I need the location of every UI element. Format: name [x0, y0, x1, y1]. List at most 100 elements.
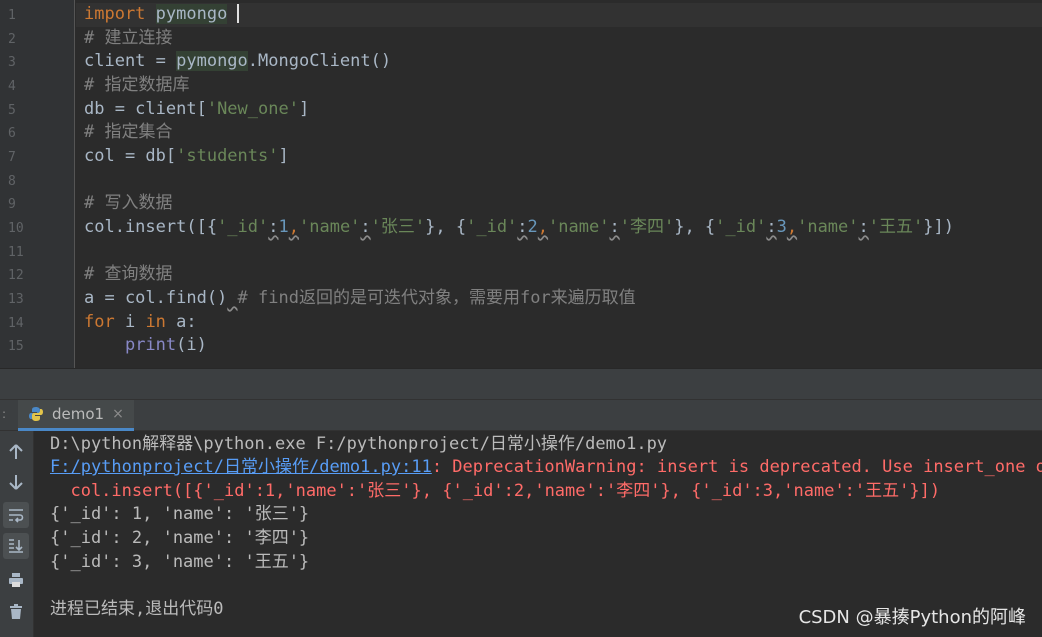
line-number: 10	[8, 221, 24, 236]
code-token: }])	[923, 217, 954, 237]
tab-label: demo1	[52, 405, 105, 423]
line-number: 5	[8, 103, 16, 118]
code-line-2[interactable]: # 建立连接	[84, 27, 172, 51]
panel-splitter[interactable]	[0, 368, 1042, 400]
down-arrow-icon[interactable]	[3, 469, 29, 495]
code-token: :	[268, 217, 279, 237]
string-literal: '张三'	[370, 217, 426, 237]
identifier-highlight: pymongo	[176, 51, 248, 71]
number-literal: 1	[278, 217, 289, 237]
console-line: {'_id': 3, 'name': '王五'}	[50, 552, 310, 572]
print-icon[interactable]	[3, 567, 29, 593]
console-line: {'_id': 1, 'name': '张三'}	[50, 504, 310, 524]
keyword: for	[84, 312, 115, 332]
console-line: D:\python解释器\python.exe F:/pythonproject…	[50, 434, 668, 454]
console-toolbar	[0, 431, 34, 637]
code-token: ,	[537, 217, 549, 237]
line-number: 13	[8, 292, 24, 307]
code-line-7[interactable]: col = db['students']	[84, 145, 289, 169]
scroll-to-end-icon[interactable]	[3, 533, 29, 559]
code-token: db = client[	[84, 99, 207, 119]
string-literal: '_id'	[715, 217, 767, 237]
string-literal: 'students'	[176, 146, 279, 166]
number-literal: 3	[776, 217, 787, 237]
console-line: col.insert([{'_id':1,'name':'张三'}, {'_id…	[50, 481, 941, 501]
code-token: }, {	[425, 217, 467, 237]
trash-icon[interactable]	[3, 599, 29, 625]
line-number: 14	[8, 316, 24, 331]
code-line-4[interactable]: # 指定数据库	[84, 74, 189, 98]
code-token: :	[360, 217, 371, 237]
code-line-6[interactable]: # 指定集合	[84, 121, 172, 145]
code-token: :	[858, 217, 869, 237]
code-line-3[interactable]: client = pymongo.MongoClient()	[84, 50, 391, 74]
file-link[interactable]: F:/pythonproject/日常小操作/demo1.py:11	[50, 457, 432, 477]
line-number: 7	[8, 150, 16, 165]
run-tool-window-header: demo1 ×	[0, 400, 1042, 431]
keyword: import	[84, 4, 146, 24]
watermark: CSDN @暴揍Python的阿峰	[798, 607, 1026, 628]
console-line: F:/pythonproject/日常小操作/demo1.py:11: Depr…	[50, 456, 1042, 480]
code-token: :	[517, 217, 528, 237]
identifier-highlight: pymongo	[155, 4, 228, 24]
code-line-13[interactable]: a = col.find() # find返回的是可迭代对象，需要用for来遍历…	[84, 287, 636, 311]
string-literal: '_id'	[466, 217, 518, 237]
soft-wrap-icon[interactable]	[3, 502, 29, 528]
code-line-14[interactable]: for i in a:	[84, 311, 197, 335]
line-number: 8	[8, 174, 16, 189]
string-literal: '_id'	[217, 217, 269, 237]
code-editor[interactable]: 1 2 3 4 5 6 7 8 9 10 11 12 13 14 15 impo…	[0, 0, 1042, 368]
line-number: 6	[8, 126, 16, 141]
line-number: 1	[8, 8, 16, 23]
code-token: ]	[278, 146, 289, 166]
text-caret	[237, 4, 239, 23]
string-literal: 'name'	[797, 217, 859, 237]
tab-demo1[interactable]: demo1 ×	[18, 400, 134, 431]
console-line: 进程已结束,退出代码0	[50, 599, 224, 619]
string-literal: 'name'	[299, 217, 361, 237]
code-token: ]	[298, 99, 310, 119]
code-token: col = db[	[84, 146, 177, 166]
code-token: ,	[288, 217, 299, 237]
line-number: 11	[8, 245, 24, 260]
string-literal: '王五'	[868, 217, 924, 237]
number-literal: 2	[527, 217, 538, 237]
comment: # find返回的是可迭代对象，需要用for来遍历取值	[237, 288, 636, 308]
console-line: {'_id': 2, 'name': '李四'}	[50, 528, 310, 548]
builtin-function: print	[124, 335, 177, 355]
code-token: .MongoClient()	[247, 51, 392, 71]
close-icon[interactable]: ×	[112, 406, 124, 422]
code-token: a:	[165, 312, 197, 332]
up-arrow-icon[interactable]	[3, 439, 29, 465]
line-number: 4	[8, 79, 16, 94]
line-number: 2	[8, 32, 16, 47]
code-token: client =	[84, 51, 177, 71]
line-number: 3	[8, 55, 16, 70]
string-literal: '李四'	[619, 217, 675, 237]
code-token: :	[766, 217, 777, 237]
code-line-15[interactable]: print(i)	[84, 334, 207, 358]
line-number-gutter: 1 2 3 4 5 6 7 8 9 10 11 12 13 14 15	[0, 0, 75, 368]
string-literal: 'name'	[548, 217, 610, 237]
code-token: ,	[786, 217, 798, 237]
code-line-10[interactable]: col.insert([{'_id':1,'name':'张三'}, {'_id…	[84, 216, 954, 240]
code-token: col.insert([{	[84, 217, 218, 237]
line-number: 12	[8, 268, 24, 283]
warning-text: : DeprecationWarning: insert is deprecat…	[431, 457, 1042, 477]
line-number: 15	[8, 339, 24, 354]
code-token: (i)	[176, 335, 207, 355]
code-line-9[interactable]: # 写入数据	[84, 192, 172, 216]
code-line-5[interactable]: db = client['New_one']	[84, 98, 309, 122]
string-literal: 'New_one'	[206, 99, 299, 119]
code-line-12[interactable]: # 查询数据	[84, 263, 172, 287]
code-token: :	[609, 217, 620, 237]
code-token: }, {	[674, 217, 716, 237]
code-line-1[interactable]: import pymongo	[84, 3, 228, 27]
python-icon	[29, 407, 43, 421]
code-token: i	[114, 312, 146, 332]
keyword: in	[145, 312, 166, 332]
code-token: a = col.find()	[84, 288, 228, 308]
more-icon[interactable]: :	[2, 407, 6, 421]
